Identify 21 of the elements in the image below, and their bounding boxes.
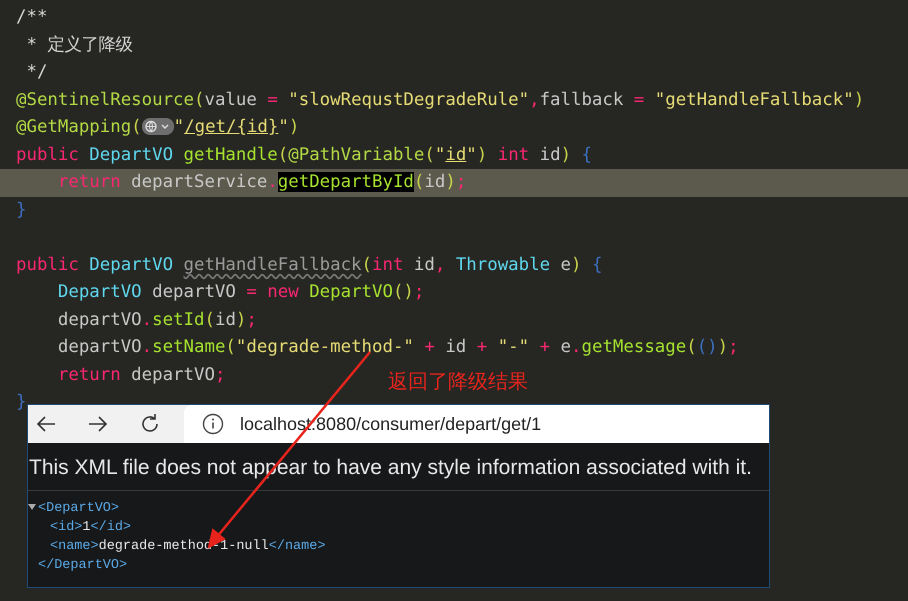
code-line: * 定义了降级 [25, 34, 132, 56]
code-line: return departVO; [56, 364, 226, 386]
globe-icon[interactable] [142, 118, 174, 135]
annotation-text: 返回了降级结果 [388, 368, 528, 395]
xml-line: <DepartVO> [28, 499, 120, 518]
code-line: } [15, 391, 26, 414]
code-line: public DepartVO getHandleFallback(int id, Throwable e) { [15, 254, 602, 276]
expand-triangle-icon[interactable] [28, 503, 36, 511]
code-line: */ [25, 61, 48, 84]
code-line: @SentinelResource(value = "slowRequstDegradeRule",fallback = "getHandleFallback") [15, 88, 864, 112]
xml-line: <name>degrade-method-1-null</name> [50, 538, 326, 556]
xml-line: <id>1</id> [50, 519, 132, 537]
code-line: @GetMapping( "/get/{id}") [15, 116, 300, 139]
code-line: } [15, 198, 26, 222]
code-line: departVO.setId(id); [56, 308, 257, 332]
info-icon[interactable] [202, 413, 224, 435]
code-line: DepartVO departVO = new DepartVO(); [56, 281, 424, 304]
code-line: departVO.setName("degrade-method-" + id + "-" + e.getMessage(()); [56, 336, 739, 359]
code-line: public DepartVO getHandle(@PathVariable("id") int id) { [15, 144, 592, 166]
code-line: /** [15, 6, 48, 29]
xml-line: </DepartVO> [37, 557, 128, 575]
